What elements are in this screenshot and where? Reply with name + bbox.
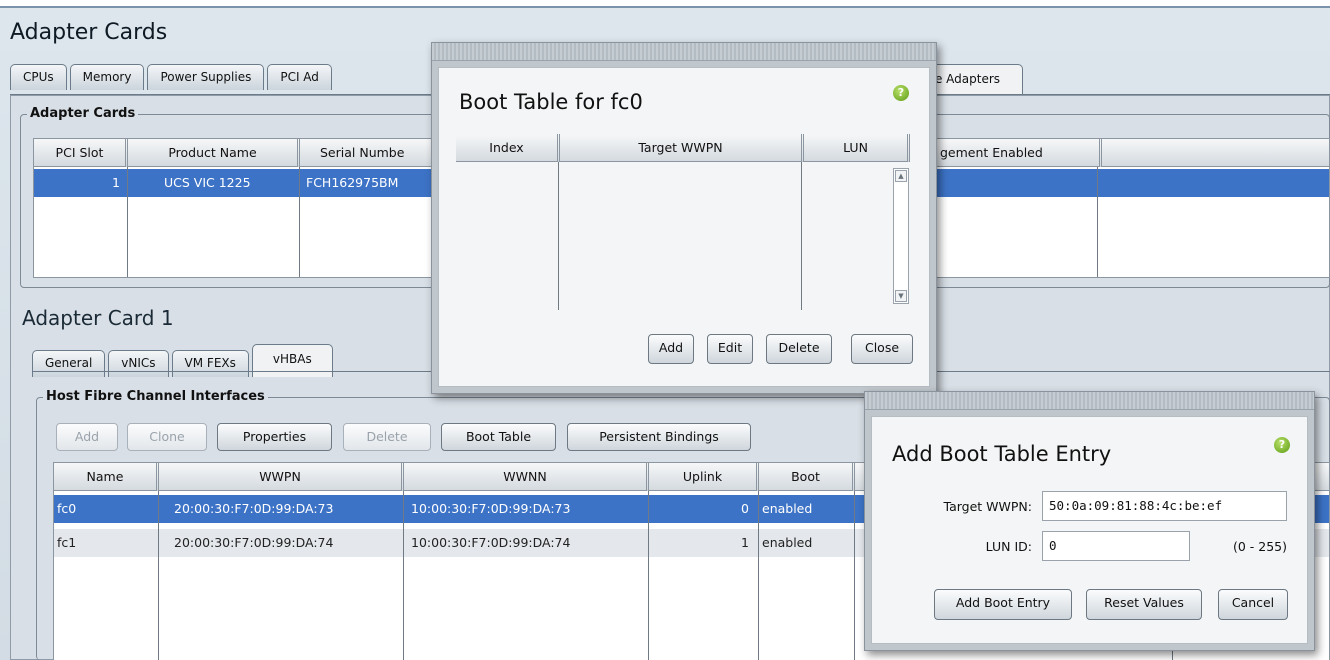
- tab-pci-adapters[interactable]: PCI Ad: [267, 64, 332, 90]
- tab-power-supplies[interactable]: Power Supplies: [147, 64, 265, 90]
- col-divider: [558, 162, 559, 310]
- top-tabbar: CPUs Memory Power Supplies PCI Ad: [10, 64, 335, 90]
- lun-id-input[interactable]: 0: [1042, 531, 1190, 561]
- dialog-body: Add Boot Table Entry ? Target WWPN: 50:0…: [871, 416, 1308, 644]
- col-header-wwpn[interactable]: WWPN: [159, 463, 404, 491]
- add-entry-title: Add Boot Table Entry: [892, 442, 1112, 466]
- cell-wwnn: 10:00:30:F7:0D:99:DA:73: [411, 501, 571, 516]
- adapter-cards-legend: Adapter Cards: [27, 106, 139, 121]
- cell-boot: enabled: [762, 501, 813, 516]
- boot-table-scrollbar[interactable]: ▲ ▼: [893, 168, 909, 304]
- cell-boot: enabled: [762, 535, 813, 550]
- properties-button[interactable]: Properties: [217, 423, 332, 451]
- dialog-body: Boot Table for fc0 ? Index Target WWPN L…: [438, 67, 930, 387]
- col-header-lun[interactable]: LUN: [804, 134, 910, 162]
- delete-button[interactable]: Delete: [766, 334, 832, 364]
- help-icon[interactable]: ?: [893, 85, 909, 101]
- top-border: [0, 0, 1330, 8]
- cell-wwpn: 20:00:30:F7:0D:99:DA:73: [174, 501, 334, 516]
- page-title: Adapter Cards: [10, 20, 168, 45]
- add-boot-entry-dialog: Add Boot Table Entry ? Target WWPN: 50:0…: [864, 391, 1315, 651]
- clone-button[interactable]: Clone: [127, 423, 207, 451]
- lun-range-hint: (0 - 255): [1232, 539, 1287, 554]
- sub-tabbar: General vNICs VM FEXs vHBAs: [32, 344, 336, 377]
- scroll-down-arrow-icon[interactable]: ▼: [895, 290, 907, 302]
- dialog-titlebar[interactable]: [432, 43, 936, 61]
- persistent-bindings-button[interactable]: Persistent Bindings: [567, 423, 751, 451]
- col-header-uplink[interactable]: Uplink: [649, 463, 759, 491]
- tab-vhbas[interactable]: vHBAs: [251, 344, 333, 377]
- col-header-index[interactable]: Index: [456, 134, 560, 162]
- col-header-boot[interactable]: Boot: [759, 463, 855, 491]
- edit-button[interactable]: Edit: [707, 334, 753, 364]
- cell-uplink: 0: [741, 501, 749, 516]
- col-divider: [801, 162, 802, 310]
- reset-values-button[interactable]: Reset Values: [1086, 589, 1202, 620]
- add-boot-entry-button[interactable]: Add Boot Entry: [934, 589, 1072, 620]
- tab-general[interactable]: General: [32, 350, 106, 377]
- hfc-legend: Host Fibre Channel Interfaces: [43, 389, 268, 404]
- boot-table-button[interactable]: Boot Table: [441, 423, 556, 451]
- col-divider: [299, 167, 300, 277]
- cancel-button[interactable]: Cancel: [1218, 589, 1288, 620]
- cell-name: fc0: [57, 501, 77, 516]
- cell-product-name: UCS VIC 1225: [164, 175, 251, 190]
- cell-uplink: 1: [741, 535, 749, 550]
- tab-memory[interactable]: Memory: [69, 64, 145, 90]
- col-header-wwnn[interactable]: WWNN: [404, 463, 649, 491]
- tab-vnics[interactable]: vNICs: [108, 350, 169, 377]
- target-wwpn-label: Target WWPN:: [943, 499, 1032, 514]
- target-wwpn-input[interactable]: 50:0a:09:81:88:4c:be:ef: [1042, 491, 1287, 521]
- tab-cpus[interactable]: CPUs: [10, 64, 67, 90]
- boot-table[interactable]: Index Target WWPN LUN ▲ ▼: [456, 134, 914, 312]
- help-icon[interactable]: ?: [1274, 437, 1290, 453]
- col-divider: [127, 167, 128, 277]
- cell-serial-number: FCH162975BM: [306, 175, 399, 190]
- tab-vm-fexs[interactable]: VM FEXs: [171, 350, 249, 377]
- col-header-blank[interactable]: [1102, 139, 1329, 167]
- col-divider: [1097, 167, 1098, 277]
- col-divider: [854, 491, 855, 660]
- delete-button[interactable]: Delete: [343, 423, 431, 451]
- add-button[interactable]: Add: [56, 423, 118, 451]
- cell-name: fc1: [57, 535, 77, 550]
- boot-table-dialog: Boot Table for fc0 ? Index Target WWPN L…: [431, 42, 937, 394]
- col-header-management-enabled[interactable]: gement Enabled: [914, 139, 1102, 167]
- col-header-name[interactable]: Name: [54, 463, 159, 491]
- col-header-pci-slot[interactable]: PCI Slot: [34, 139, 128, 167]
- col-divider: [158, 491, 159, 660]
- cell-pci-slot: 1: [112, 175, 120, 190]
- lun-id-label: LUN ID:: [985, 539, 1032, 554]
- adapter-card-title: Adapter Card 1: [22, 306, 174, 330]
- add-button[interactable]: Add: [648, 334, 694, 364]
- boot-table-title: Boot Table for fc0: [459, 90, 643, 114]
- col-header-target-wwpn[interactable]: Target WWPN: [560, 134, 804, 162]
- col-divider: [648, 491, 649, 660]
- scroll-up-arrow-icon[interactable]: ▲: [895, 170, 907, 182]
- col-header-product-name[interactable]: Product Name: [128, 139, 300, 167]
- cell-wwpn: 20:00:30:F7:0D:99:DA:74: [174, 535, 334, 550]
- col-header-serial-number[interactable]: Serial Numbe: [300, 139, 434, 167]
- col-divider: [758, 491, 759, 660]
- dialog-titlebar[interactable]: [865, 392, 1314, 410]
- col-divider: [403, 491, 404, 660]
- close-button[interactable]: Close: [851, 334, 913, 364]
- cell-wwnn: 10:00:30:F7:0D:99:DA:74: [411, 535, 571, 550]
